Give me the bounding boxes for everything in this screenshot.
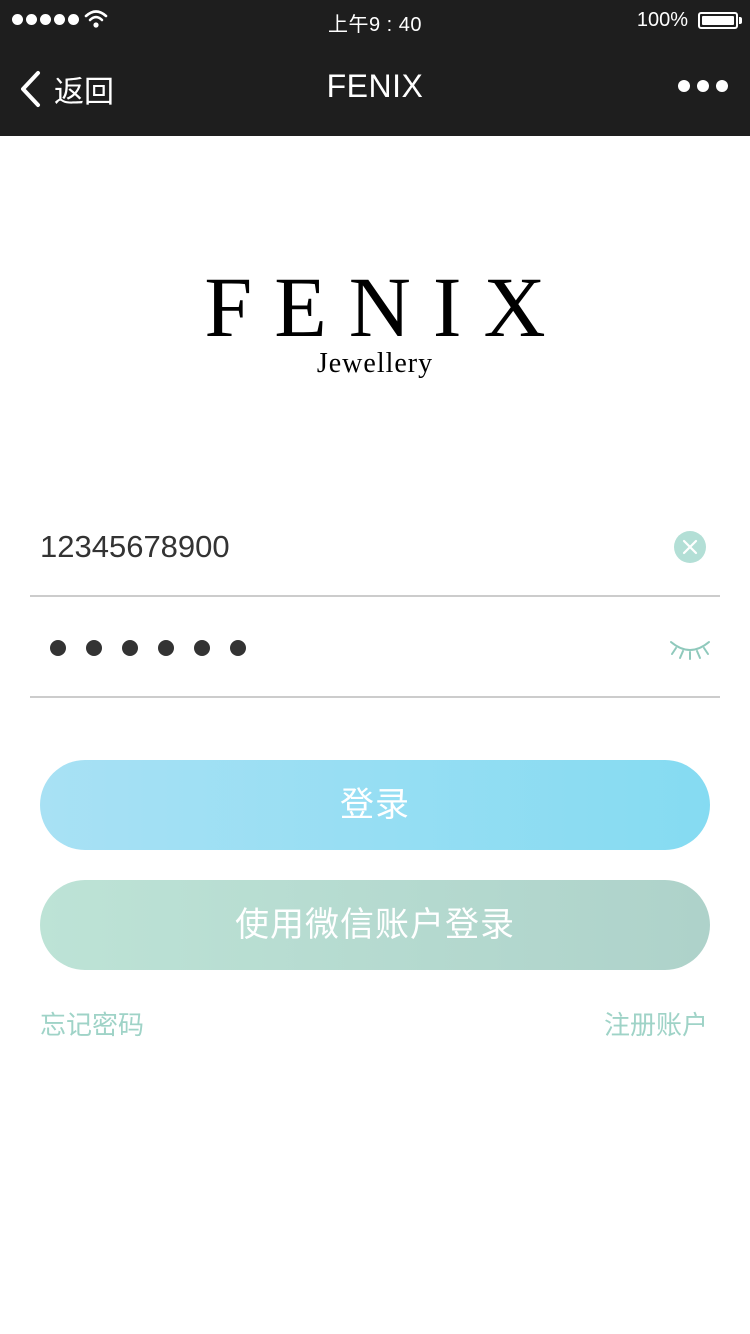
- battery-percentage: 100%: [636, 9, 688, 31]
- clear-input-icon[interactable]: [674, 531, 706, 563]
- more-icon-dot: [716, 80, 728, 92]
- phone-input[interactable]: [40, 497, 640, 597]
- more-icon-dot: [697, 80, 709, 92]
- forgot-password-link[interactable]: 忘记密码: [40, 1005, 144, 1042]
- brand-logo: FENIX Jewellery: [0, 262, 750, 380]
- password-masked-value: [50, 640, 246, 656]
- status-bar: 上午9 : 40 100%: [0, 0, 750, 40]
- battery-nub: [739, 17, 742, 24]
- close-icon: [682, 539, 698, 555]
- logo-subtitle: Jewellery: [316, 348, 434, 379]
- phone-field: [30, 497, 720, 597]
- eye-closed-icon[interactable]: [668, 636, 712, 664]
- password-field[interactable]: [30, 598, 720, 698]
- login-button[interactable]: 登录: [40, 760, 710, 850]
- wechat-login-button[interactable]: 使用微信账户登录: [40, 880, 710, 970]
- nav-bar: 返回 FENIX: [0, 40, 750, 136]
- more-options-button[interactable]: [678, 80, 728, 92]
- more-icon-dot: [678, 80, 690, 92]
- logo-wordmark: FENIX: [204, 259, 568, 355]
- register-account-link[interactable]: 注册账户: [604, 1005, 708, 1042]
- page-title: FENIX: [326, 68, 424, 104]
- battery-icon: [698, 12, 738, 29]
